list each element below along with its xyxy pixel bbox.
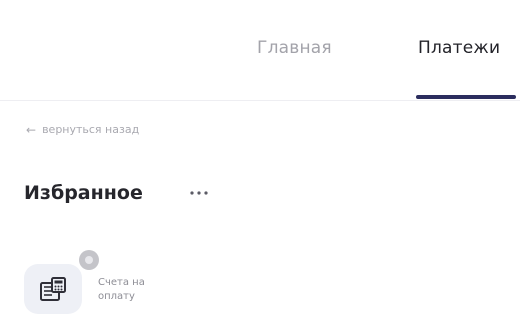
back-link-label: вернуться назад	[42, 123, 140, 136]
remove-icon	[85, 256, 93, 264]
more-options-button[interactable]	[184, 183, 214, 203]
remove-favorite-button[interactable]	[79, 250, 99, 270]
favorite-item-invoices[interactable]: Счета на оплату	[24, 250, 194, 316]
tab-home[interactable]: Главная	[257, 38, 332, 58]
payments-page: Главная Платежи ← вернуться назад Избран…	[0, 0, 520, 327]
top-navigation: Главная Платежи	[0, 0, 520, 101]
active-tab-indicator	[416, 95, 516, 99]
more-dots-icon	[190, 191, 208, 195]
favorite-item-label: Счета на оплату	[98, 276, 188, 304]
back-link[interactable]: ← вернуться назад	[26, 123, 139, 136]
tab-payments[interactable]: Платежи	[418, 38, 500, 58]
favorite-item-label-line1: Счета на	[98, 277, 145, 288]
favorite-item-label-line2: оплату	[98, 291, 135, 302]
favorite-item-icon-box	[24, 264, 82, 314]
arrow-left-icon: ←	[26, 122, 37, 137]
invoice-calculator-icon	[40, 277, 66, 301]
favorites-title: Избранное	[24, 182, 143, 204]
